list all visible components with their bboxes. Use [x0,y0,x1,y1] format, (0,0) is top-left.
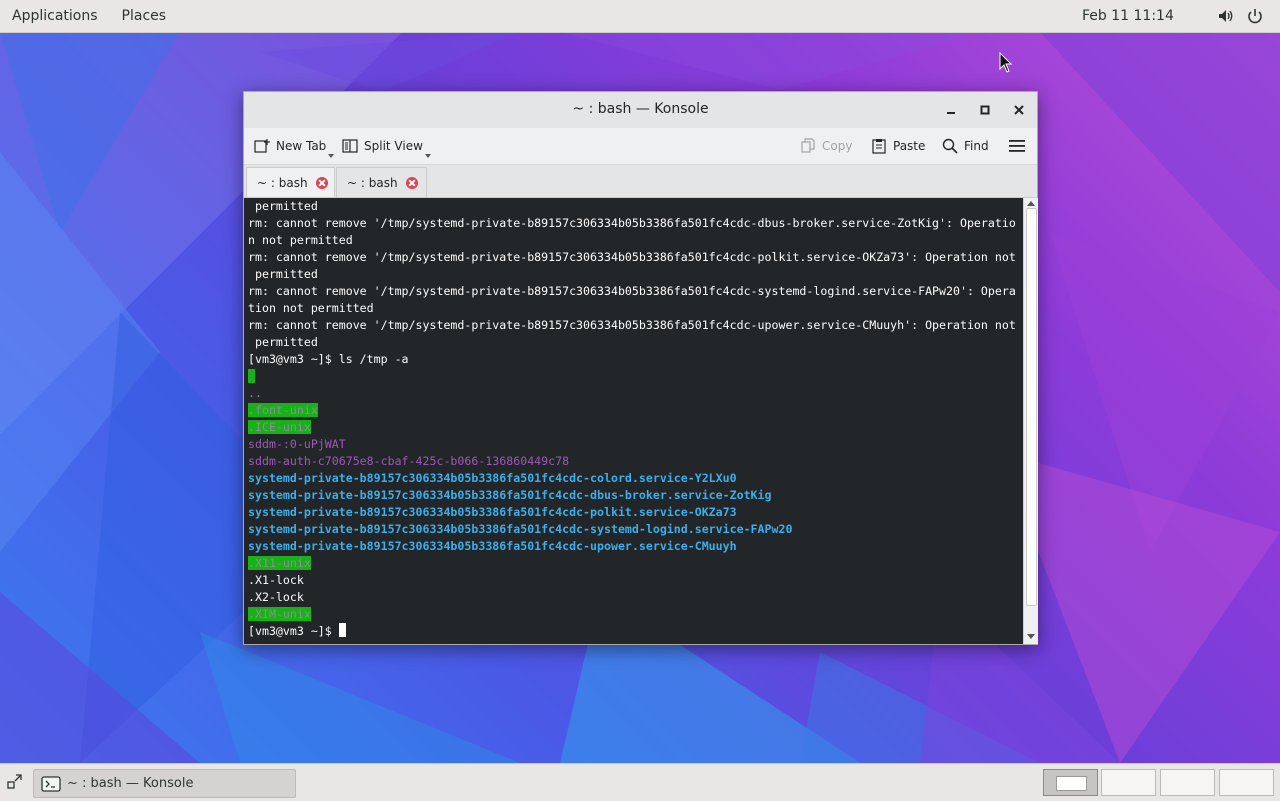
applications-menu[interactable]: Applications [0,0,110,32]
find-label: Find [964,139,989,153]
terminal-line: n not permitted [248,233,353,247]
split-view-button[interactable]: Split View [342,128,431,164]
speaker-icon[interactable] [1217,7,1235,25]
terminal-line: [vm3@vm3 ~]$ ls /tmp -a [248,352,409,366]
text-cursor [338,623,346,637]
split-view-icon [342,139,358,153]
terminal-prompt-line: [vm3@vm3 ~]$ [248,623,346,640]
toolbar: New Tab Split View Copy Paste Find [244,128,1037,165]
terminal-line: permitted [248,335,318,349]
konsole-window: ~ : bash — Konsole New Tab Split View Co… [243,91,1038,645]
terminal-line: systemd-private-b89157c306334b05b3386fa5… [248,539,737,553]
workspace-window-thumbnail [1056,776,1087,791]
terminal-scrollbar[interactable] [1023,198,1038,644]
paste-label: Paste [893,139,926,153]
terminal-line: rm: cannot remove '/tmp/systemd-private-… [248,284,1016,298]
terminal-line: .font-unix [248,402,318,419]
terminal-line: .X1-lock [248,573,304,587]
split-view-dropdown-icon[interactable] [425,154,431,158]
prompt: [vm3@vm3 ~]$ [248,624,339,638]
terminal-line: systemd-private-b89157c306334b05b3386fa5… [248,505,737,519]
dir-entry: . [248,369,255,383]
terminal-line: sddm-auth-c70675e8-cbaf-425c-b066-136860… [248,454,570,468]
terminal-line: sddm-:0-uPjWAT [248,437,346,451]
terminal-line: .X11-unix [248,555,311,572]
tab-label: ~ : bash [347,175,398,190]
taskbar-konsole-button[interactable]: ~ : bash — Konsole [33,769,296,798]
maximize-icon[interactable] [976,101,994,119]
bottom-panel: ~ : bash — Konsole [0,763,1280,801]
new-tab-icon [254,139,270,153]
find-button[interactable]: Find [942,128,989,164]
terminal-line: .ICE-unix [248,419,311,436]
workspace-2[interactable] [1101,769,1156,796]
top-panel: Applications Places Feb 11 11:14 [0,0,1280,33]
copy-icon [801,138,815,153]
new-tab-dropdown-icon[interactable] [328,154,334,158]
workspace-1[interactable] [1043,769,1098,796]
terminal-line: permitted [248,267,318,281]
dir-entry: .ICE-unix [248,420,311,434]
window-titlebar[interactable]: ~ : bash — Konsole [244,92,1037,129]
paste-icon [872,139,886,154]
terminal-line: permitted [248,199,318,213]
copy-button[interactable]: Copy [800,128,852,164]
dir-entry: .XIM-unix [248,607,311,621]
tab-bash-1[interactable]: ~ : bash [246,167,335,197]
dir-entry: .font-unix [248,403,318,417]
terminal-line: tion not permitted [248,301,374,315]
power-icon[interactable] [1246,7,1264,25]
clock[interactable]: Feb 11 11:14 [1082,0,1174,32]
workspace-4[interactable] [1219,769,1274,796]
terminal-line: rm: cannot remove '/tmp/systemd-private-… [248,318,1016,332]
task-label: ~ : bash — Konsole [67,776,194,791]
terminal-line: rm: cannot remove '/tmp/systemd-private-… [248,216,1016,230]
minimize-icon[interactable] [942,101,960,119]
scroll-thumb[interactable] [1026,208,1037,606]
hamburger-menu-icon[interactable] [1008,138,1026,154]
tab-label: ~ : bash [257,175,308,190]
show-desktop-icon[interactable] [7,774,23,790]
terminal-line: .. [248,386,262,400]
terminal-icon [41,775,61,792]
close-icon[interactable] [1010,101,1028,119]
places-menu[interactable]: Places [110,0,179,32]
terminal-line: rm: cannot remove '/tmp/systemd-private-… [248,250,1016,264]
terminal-line: systemd-private-b89157c306334b05b3386fa5… [248,522,793,536]
mouse-pointer-icon [999,52,1013,73]
tab-bash-2[interactable]: ~ : bash [336,167,427,197]
terminal-line: .XIM-unix [248,606,311,623]
tab-close-icon[interactable] [315,176,328,189]
search-icon [942,138,958,154]
new-tab-label: New Tab [276,139,327,153]
workspace-3[interactable] [1160,769,1215,796]
tab-bar: ~ : bash ~ : bash [244,165,1037,198]
scroll-up-icon[interactable] [1027,201,1035,206]
terminal-line: systemd-private-b89157c306334b05b3386fa5… [248,488,772,502]
paste-button[interactable]: Paste [871,128,925,164]
terminal-line: .X2-lock [248,590,304,604]
scroll-down-icon[interactable] [1027,634,1035,639]
new-tab-button[interactable]: New Tab [254,128,334,164]
terminal-output[interactable]: permitted rm: cannot remove '/tmp/system… [244,198,1023,644]
dir-entry: .X11-unix [248,556,311,570]
split-view-label: Split View [364,139,423,153]
tab-close-icon[interactable] [405,176,418,189]
terminal-line: systemd-private-b89157c306334b05b3386fa5… [248,471,737,485]
terminal-line: . [248,368,255,385]
window-title: ~ : bash — Konsole [572,101,709,117]
copy-label: Copy [822,139,853,153]
